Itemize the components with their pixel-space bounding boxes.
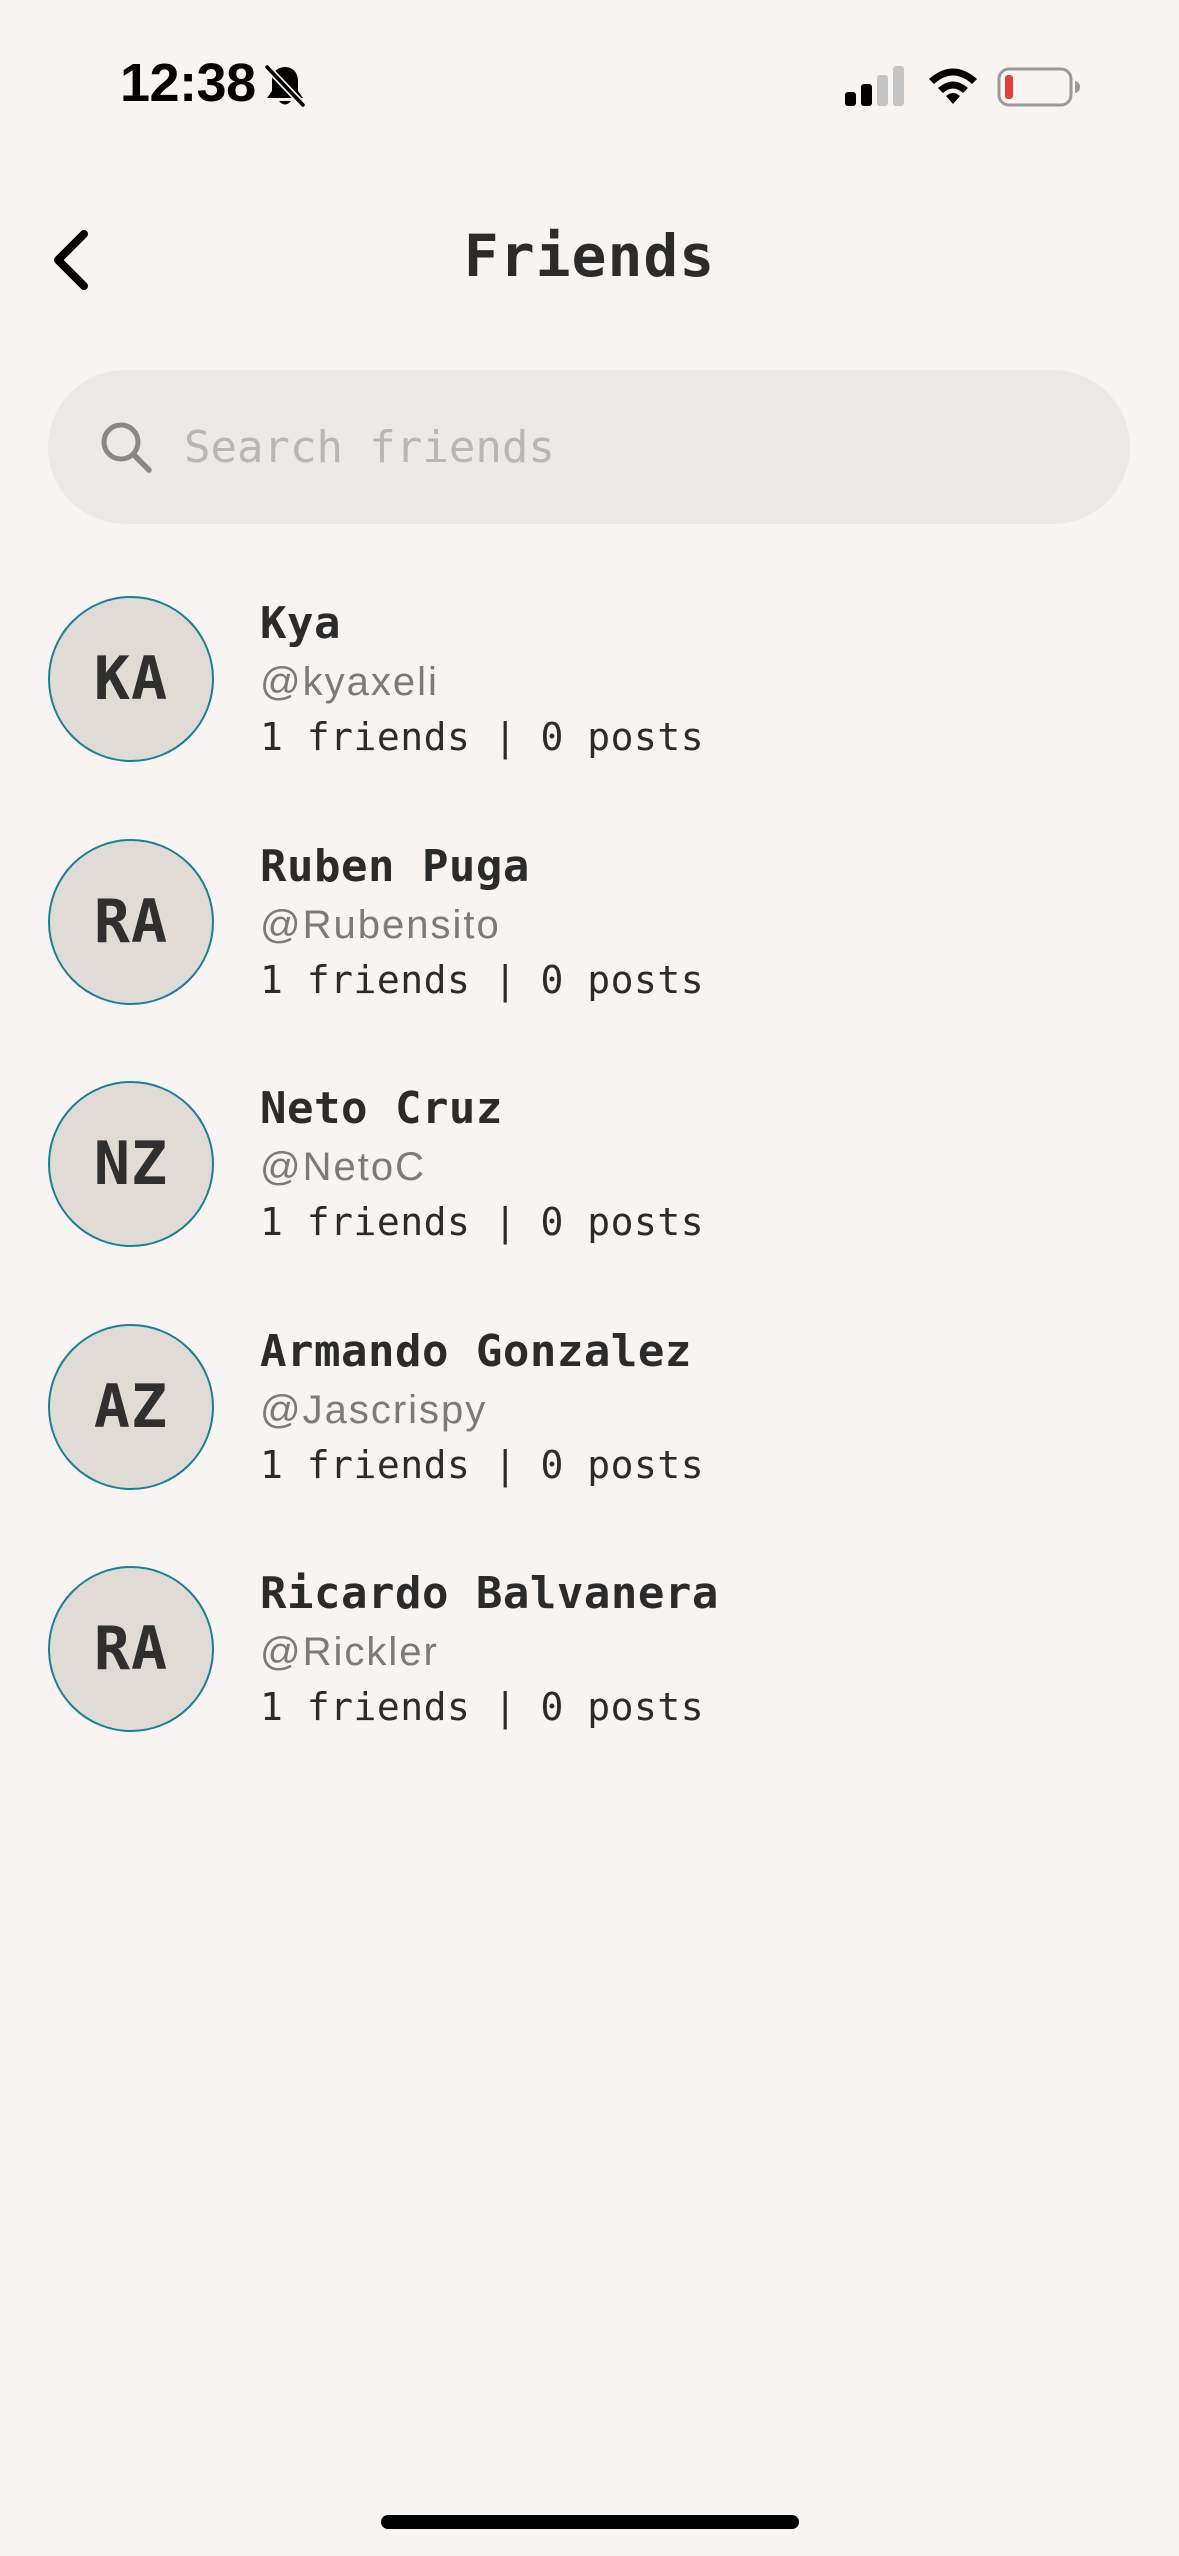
friend-handle: @kyaxeli xyxy=(260,660,439,704)
avatar-initials: KA xyxy=(93,644,169,714)
page-title: Friends xyxy=(463,222,716,290)
avatar: KA xyxy=(48,596,214,762)
friend-stats: 1 friends | 0 posts xyxy=(260,1200,705,1244)
avatar: RA xyxy=(48,838,214,1005)
header: Friends xyxy=(0,200,1179,320)
home-indicator[interactable] xyxy=(381,2515,799,2529)
friend-handle: @Jascrispy xyxy=(260,1387,488,1432)
wifi-icon xyxy=(929,68,977,104)
avatar: NZ xyxy=(48,1081,214,1247)
friend-stats: 1 friends | 0 posts xyxy=(260,715,705,759)
status-bar: 12:38 xyxy=(0,0,1179,170)
bell-muted-icon xyxy=(263,63,307,109)
friend-handle: @NetoC xyxy=(260,1145,426,1189)
friend-list-item[interactable]: NZ Neto Cruz @NetoC 1 friends | 0 posts xyxy=(0,1075,1179,1318)
avatar-initials: RA xyxy=(93,886,169,957)
cellular-signal-icon xyxy=(845,66,904,106)
avatar-initials: RA xyxy=(93,1614,169,1684)
search-bar[interactable] xyxy=(48,370,1130,524)
friend-name: Ricardo Balvanera xyxy=(260,1568,719,1619)
search-input[interactable] xyxy=(184,370,1130,524)
friend-list-item[interactable]: RA Ricardo Balvanera @Rickler 1 friends … xyxy=(0,1560,1179,1803)
friend-info: Neto Cruz @NetoC 1 friends | 0 posts xyxy=(260,1079,704,1249)
friend-info: Kya @kyaxeli 1 friends | 0 posts xyxy=(260,594,704,764)
friend-name: Kya xyxy=(260,598,341,649)
friend-stats: 1 friends | 0 posts xyxy=(260,1685,705,1729)
friend-list-item[interactable]: RA Ruben Puga @Rubensito 1 friends | 0 p… xyxy=(0,833,1179,1076)
friend-stats: 1 friends | 0 posts xyxy=(260,1442,705,1487)
friend-info: Armando Gonzalez @Jascrispy 1 friends | … xyxy=(260,1322,704,1492)
friend-handle: @Rickler xyxy=(260,1630,439,1674)
avatar: RA xyxy=(48,1566,214,1732)
avatar-initials: NZ xyxy=(93,1129,169,1199)
friends-screen: 12:38 Friends Search friends KA Kya @kya… xyxy=(0,0,1179,2556)
status-time: 12:38 xyxy=(120,53,256,113)
friend-name: Ruben Puga xyxy=(260,840,530,892)
search-icon xyxy=(101,422,152,473)
friend-list-item[interactable]: KA Kya @kyaxeli 1 friends | 0 posts xyxy=(0,590,1179,833)
friend-info: Ruben Puga @Rubensito 1 friends | 0 post… xyxy=(260,837,704,1007)
friends-list: KA Kya @kyaxeli 1 friends | 0 posts RA R… xyxy=(0,590,1179,1803)
avatar-initials: AZ xyxy=(93,1371,169,1442)
avatar: AZ xyxy=(48,1323,214,1490)
friend-name: Neto Cruz xyxy=(260,1083,503,1134)
friend-list-item[interactable]: AZ Armando Gonzalez @Jascrispy 1 friends… xyxy=(0,1318,1179,1561)
friend-info: Ricardo Balvanera @Rickler 1 friends | 0… xyxy=(260,1564,719,1734)
battery-low-icon xyxy=(997,67,1080,107)
friend-handle: @Rubensito xyxy=(260,902,501,947)
friend-stats: 1 friends | 0 posts xyxy=(260,957,705,1002)
friend-name: Armando Gonzalez xyxy=(260,1325,692,1377)
